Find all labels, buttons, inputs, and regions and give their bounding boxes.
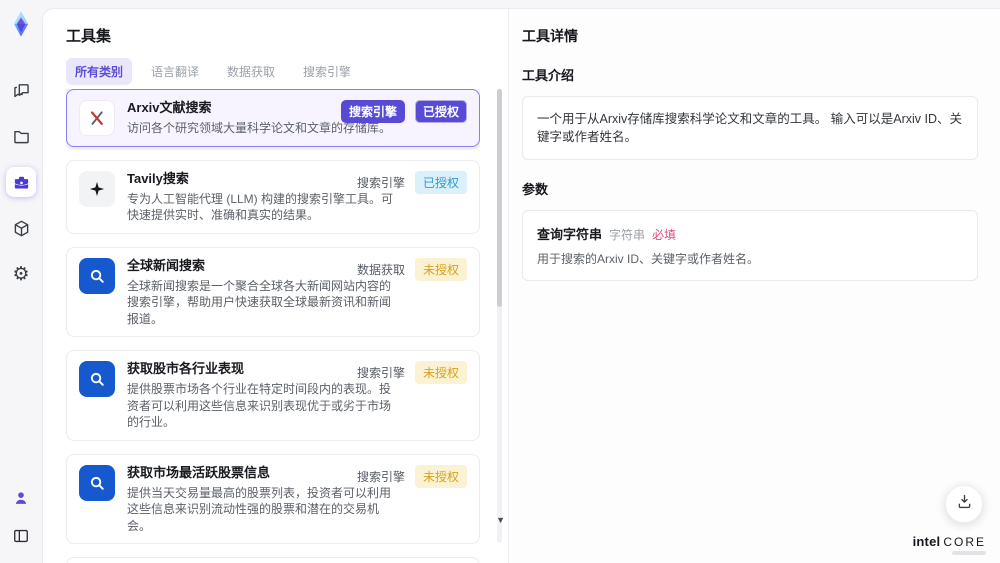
tool-status-badge: 未授权 [414, 464, 467, 488]
param-type: 字符串 [609, 228, 646, 242]
tool-status-badge: 未授权 [414, 257, 467, 281]
param-required-badge: 必填 [652, 228, 677, 242]
tool-category-badge: 搜索引擎 [356, 175, 405, 190]
param-name: 查询字符串 [537, 227, 603, 242]
sidebar-item-collapse[interactable] [6, 521, 36, 551]
tool-title: 全球新闻搜索 [127, 257, 206, 273]
intel-wordmark: intel [912, 534, 941, 549]
param-box: 查询字符串 字符串 必填 用于搜索的Arxiv ID、关键字或作者姓名。 [522, 210, 978, 281]
main-panel: 工具集 所有类别 语言翻译 数据获取 搜索引擎 Arxiv文献搜索 访问各个研究领域大… [42, 8, 1000, 563]
intel-core-logo: intel CORE [913, 534, 986, 549]
tool-status-badge: 未授权 [414, 361, 467, 384]
tool-status-badge: 已授权 [414, 100, 467, 123]
tool-description: 专为人工智能代理 (LLM) 构建的搜索引擎工具。可快速提供实时、准确和真实的结… [127, 191, 394, 223]
tool-title: 获取股市各行业表现 [127, 361, 245, 376]
param-description: 用于搜索的Arxiv ID、关键字或作者姓名。 [537, 252, 760, 266]
tavily-star-icon [79, 170, 115, 207]
tool-description: 提供股票市场各个行业在特定时间段内的表现。投资者可以利用这些信息来识别表现优于或… [127, 382, 392, 429]
tool-description: 提供当天交易量最高的股票列表，投资者可以利用这些信息来识别流动性强的股票和潜在的… [127, 485, 392, 533]
tool-card[interactable]: 获取市场最活跃股票信息 提供当天交易量最高的股票列表，投资者可以利用这些信息来识… [66, 453, 480, 544]
tool-status-badge: 已授权 [414, 170, 467, 194]
sidebar-item-settings[interactable]: ⚙ [6, 259, 36, 289]
sidebar-item-account[interactable] [6, 483, 36, 513]
tool-card[interactable]: 全球新闻搜索 全球新闻搜索是一个聚合全球各大新闻网站内容的搜索引擎，帮助用户快速… [66, 246, 480, 337]
search-app-icon [79, 361, 115, 397]
tool-category-badge: 搜索引擎 [356, 366, 405, 380]
arxiv-logo-icon [79, 100, 115, 136]
sidebar-nav: ⚙ [6, 75, 36, 289]
search-app-icon [79, 257, 115, 294]
params-heading: 参数 [522, 182, 549, 197]
tool-card[interactable]: Tavily搜索 专为人工智能代理 (LLM) 构建的搜索引擎工具。可快速提供实… [66, 159, 480, 234]
sidebar-item-toolset[interactable] [6, 167, 36, 197]
app-sidebar: ⚙ [0, 0, 42, 563]
sidebar-bottom [6, 483, 36, 551]
tool-card[interactable]: 获取股市各行业表现 提供股票市场各个行业在特定时间段内的表现。投资者可以利用这些… [66, 350, 480, 441]
intro-box: 一个用于从Arxiv存储库搜索科学论文和文章的工具。 输入可以是Arxiv ID… [522, 96, 978, 160]
intel-logo-accent [952, 551, 986, 555]
tool-list: Arxiv文献搜索 访问各个研究领域大量科学论文和文章的存储库。 搜索引擎 已授… [66, 89, 480, 563]
sidebar-item-chat[interactable] [6, 75, 36, 105]
tool-title: Tavily搜索 [127, 170, 189, 186]
category-tab-0[interactable]: 所有类别 [66, 58, 133, 85]
tool-category-badge: 数据获取 [356, 262, 405, 277]
download-icon [955, 492, 974, 516]
tool-title: 获取市场最活跃股票信息 [127, 464, 271, 480]
cube-icon [11, 218, 32, 239]
category-tab-2[interactable]: 数据获取 [218, 58, 284, 85]
tool-card[interactable]: Arxiv文献搜索 访问各个研究领域大量科学论文和文章的存储库。 搜索引擎 已授… [66, 89, 480, 147]
intro-text: 一个用于从Arxiv存储库搜索科学论文和文章的工具。 输入可以是Arxiv ID… [537, 112, 963, 144]
tool-details-pane: 工具详情 工具介绍 一个用于从Arxiv存储库搜索科学论文和文章的工具。 输入可… [509, 9, 1000, 563]
folder-icon [11, 126, 32, 147]
param-header: 查询字符串 字符串 必填 [537, 224, 963, 243]
category-tabs: 所有类别 语言翻译 数据获取 搜索引擎 [66, 58, 360, 85]
toolset-pane: 工具集 所有类别 语言翻译 数据获取 搜索引擎 Arxiv文献搜索 访问各个研究领域大… [43, 9, 508, 563]
category-tab-3[interactable]: 搜索引擎 [294, 58, 360, 85]
tool-category-badge: 搜索引擎 [340, 100, 405, 123]
details-title: 工具详情 [522, 28, 578, 44]
sidebar-item-files[interactable] [6, 121, 36, 151]
page-title: 工具集 [66, 28, 112, 45]
download-button[interactable] [945, 485, 983, 523]
scrollbar-thumb[interactable] [497, 89, 502, 307]
tool-category-badge: 搜索引擎 [356, 469, 405, 484]
toolbox-icon [11, 172, 32, 193]
user-icon [11, 488, 31, 508]
scroll-down-icon[interactable]: ▼ [496, 515, 505, 525]
gear-icon: ⚙ [12, 263, 30, 285]
search-app-icon [79, 464, 115, 501]
category-tab-1[interactable]: 语言翻译 [142, 58, 208, 85]
panel-layout-icon [11, 526, 31, 546]
chat-icon [11, 80, 32, 101]
tool-card[interactable]: 万维地区新闻查询 查询具体行政区划内的新闻，快速了解各地新闻动态。 搜索引擎 未… [66, 557, 480, 563]
tool-description: 全球新闻搜索是一个聚合全球各大新闻网站内容的搜索引擎，帮助用户快速获取全球最新资… [127, 278, 392, 326]
app-logo-gem-icon [6, 9, 36, 39]
core-wordmark: CORE [943, 535, 986, 549]
intro-heading: 工具介绍 [522, 68, 575, 83]
sidebar-item-packages[interactable] [6, 213, 36, 243]
